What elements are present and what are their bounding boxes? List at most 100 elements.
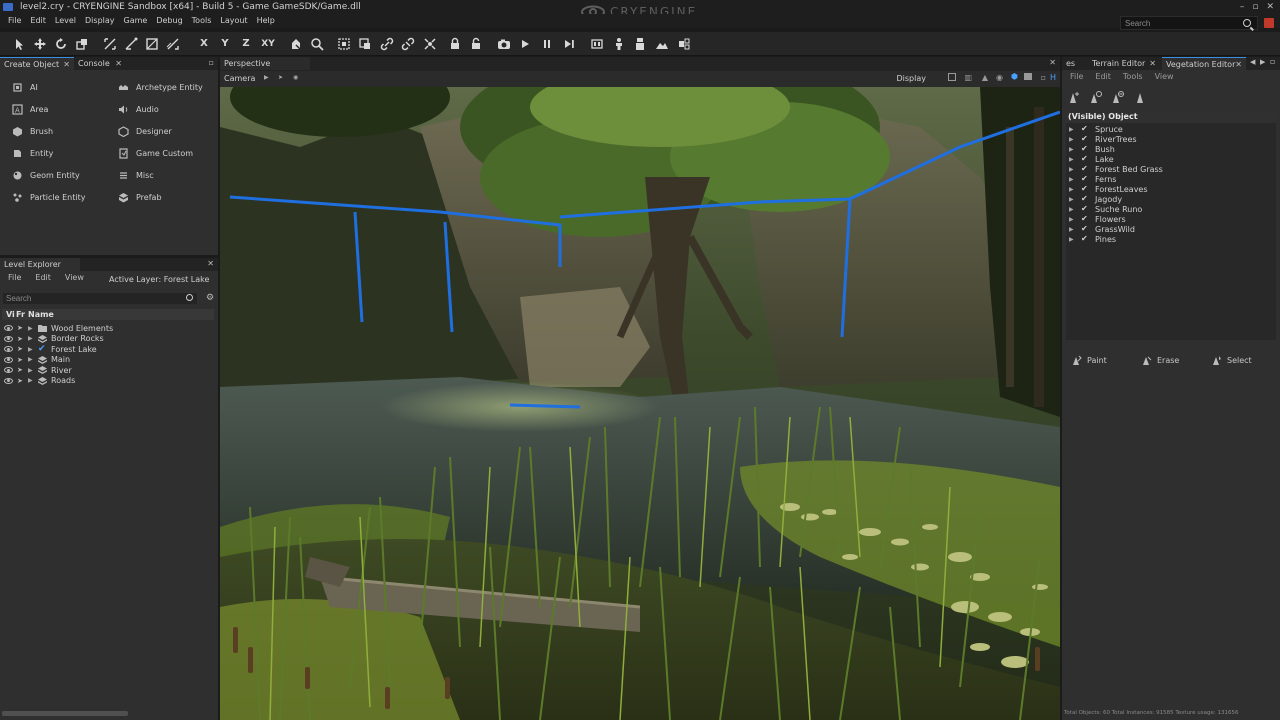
checkbox-checked-icon[interactable]: ✔: [1081, 195, 1089, 203]
scale-tool-icon[interactable]: [75, 37, 89, 51]
create-entity-button[interactable]: Entity: [12, 146, 53, 160]
create-misc-button[interactable]: Misc: [118, 168, 154, 182]
terrain-icon[interactable]: [655, 37, 669, 51]
menu-layout[interactable]: Layout: [220, 14, 247, 28]
checkbox-checked-icon[interactable]: ✔: [1081, 155, 1089, 163]
expand-arrow-icon[interactable]: ▶: [1069, 186, 1075, 193]
checkbox-checked-icon[interactable]: ✔: [1081, 125, 1089, 133]
checkbox-checked-icon[interactable]: ✔: [1081, 175, 1089, 183]
expand-arrow-icon[interactable]: ▶: [1069, 146, 1075, 153]
layer-row-forest-lake[interactable]: ➤ ▶ ✔ Forest Lake: [4, 344, 97, 354]
veg-row-spruce[interactable]: ▶ ✔ Spruce: [1069, 124, 1123, 134]
snap-scale-icon[interactable]: [145, 37, 159, 51]
lighting-icon[interactable]: ◉: [996, 73, 1003, 82]
search-icon[interactable]: [186, 294, 193, 301]
col-visible[interactable]: Vi: [6, 310, 15, 319]
clone-object-icon[interactable]: [1134, 91, 1146, 104]
veg-menu-edit[interactable]: Edit: [1095, 72, 1111, 81]
tab-truncated[interactable]: es: [1062, 57, 1086, 70]
helpers-icon[interactable]: ▥: [964, 73, 972, 82]
remove-object-icon[interactable]: [1112, 91, 1124, 104]
visibility-eye-icon[interactable]: [4, 356, 13, 363]
terrain-snap-icon[interactable]: [289, 37, 303, 51]
freeze-pointer-icon[interactable]: ➤: [17, 324, 23, 332]
veg-row-forestleaves[interactable]: ▶ ✔ ForestLeaves: [1069, 184, 1148, 194]
veg-row-flowers[interactable]: ▶ ✔ Flowers: [1069, 214, 1126, 224]
camera-record-icon[interactable]: [497, 37, 511, 51]
col-name[interactable]: Name: [28, 310, 54, 319]
checkbox-checked-icon[interactable]: ✔: [1081, 145, 1089, 153]
menu-help[interactable]: Help: [257, 14, 275, 28]
veg-row-bush[interactable]: ▶ ✔ Bush: [1069, 144, 1115, 154]
global-search-input[interactable]: [1120, 16, 1258, 30]
physics-icon[interactable]: [423, 37, 437, 51]
col-freeze[interactable]: Fr: [16, 310, 25, 319]
maximize-icon[interactable]: ▫: [1252, 2, 1258, 12]
tab-scroll-left-icon[interactable]: ◀: [1250, 58, 1255, 66]
zoom-icon[interactable]: [310, 37, 324, 51]
link-icon[interactable]: [380, 37, 394, 51]
character-icon[interactable]: [612, 37, 626, 51]
veg-menu-file[interactable]: File: [1070, 72, 1083, 81]
visibility-eye-icon[interactable]: [4, 335, 13, 342]
expand-arrow-icon[interactable]: ▶: [28, 335, 34, 342]
freeze-pointer-icon[interactable]: ➤: [17, 366, 23, 374]
expand-arrow-icon[interactable]: ▶: [1069, 196, 1075, 203]
veg-menu-tools[interactable]: Tools: [1123, 72, 1143, 81]
wireframe-toggle-icon[interactable]: ⬢: [1011, 72, 1018, 81]
unlink-icon[interactable]: [401, 37, 415, 51]
close-icon[interactable]: ✕: [1235, 58, 1242, 71]
create-ai-button[interactable]: AI: [12, 80, 38, 94]
create-particle-entity-button[interactable]: Particle Entity: [12, 190, 85, 204]
level-menu-file[interactable]: File: [8, 273, 21, 282]
layer-row-roads[interactable]: ➤ ▶ Roads: [4, 376, 75, 386]
menu-edit[interactable]: Edit: [30, 14, 46, 28]
checkbox-checked-icon[interactable]: ✔: [1081, 135, 1089, 143]
visibility-eye-icon[interactable]: [4, 325, 13, 331]
grid-icon[interactable]: [948, 73, 956, 81]
expand-arrow-icon[interactable]: ▶: [1069, 216, 1075, 223]
settings-icon[interactable]: ⚙: [206, 293, 214, 303]
veg-row-rivertrees[interactable]: ▶ ✔ RiverTrees: [1069, 134, 1137, 144]
veg-row-jagody[interactable]: ▶ ✔ Jagody: [1069, 194, 1122, 204]
select-tool-icon[interactable]: [12, 37, 26, 51]
expand-arrow-icon[interactable]: ▶: [1069, 156, 1075, 163]
freeze-pointer-icon[interactable]: ➤: [17, 377, 23, 385]
veg-row-suche-runo[interactable]: ▶ ✔ Suche Runo: [1069, 204, 1142, 214]
wireframe-icon[interactable]: [677, 37, 691, 51]
play-icon[interactable]: [518, 37, 532, 51]
axis-y-button[interactable]: Y: [218, 37, 232, 51]
notification-icon[interactable]: [1264, 18, 1274, 28]
checkbox-checked-icon[interactable]: ✔: [1081, 185, 1089, 193]
veg-row-pines[interactable]: ▶ ✔ Pines: [1069, 234, 1116, 244]
tab-terrain-editor[interactable]: Terrain Editor ✕: [1088, 57, 1160, 70]
layer-row-main[interactable]: ➤ ▶ Main: [4, 355, 70, 365]
menu-debug[interactable]: Debug: [156, 14, 182, 28]
close-icon[interactable]: ✕: [1149, 57, 1156, 70]
expand-arrow-icon[interactable]: ▶: [28, 356, 34, 363]
camera-speed-icon[interactable]: ➤: [278, 74, 283, 81]
veg-row-forest-bed-grass[interactable]: ▶ ✔ Forest Bed Grass: [1069, 164, 1163, 174]
vegetation-list-header[interactable]: (Visible) Object: [1066, 112, 1276, 123]
create-prefab-button[interactable]: Prefab: [118, 190, 162, 204]
create-area-button[interactable]: A Area: [12, 102, 48, 116]
move-tool-icon[interactable]: [33, 37, 47, 51]
expand-arrow-icon[interactable]: ▶: [28, 346, 34, 353]
level-menu-edit[interactable]: Edit: [35, 273, 51, 282]
layout-icon[interactable]: [590, 37, 604, 51]
expand-arrow-icon[interactable]: ▶: [1069, 176, 1075, 183]
expand-arrow-icon[interactable]: ▶: [1069, 226, 1075, 233]
expand-arrow-icon[interactable]: ▶: [28, 377, 34, 384]
camera-next-icon[interactable]: ▶: [264, 74, 269, 81]
tab-create-object[interactable]: Create Object ✕: [0, 57, 74, 70]
freeze-pointer-icon[interactable]: ➤: [17, 356, 23, 364]
tab-scroll-right-icon[interactable]: ▶: [1260, 58, 1265, 66]
snap-angle-icon[interactable]: [124, 37, 138, 51]
veg-menu-view[interactable]: View: [1155, 72, 1174, 81]
help-label[interactable]: H: [1050, 73, 1056, 82]
layer-row-river[interactable]: ➤ ▶ River: [4, 365, 72, 375]
panel-maximize-icon[interactable]: ▫: [209, 58, 214, 67]
layer-row-border-rocks[interactable]: ➤ ▶ Border Rocks: [4, 334, 104, 344]
axis-xy-button[interactable]: XY: [261, 37, 275, 51]
ai-debug-icon[interactable]: ▲: [982, 73, 988, 82]
